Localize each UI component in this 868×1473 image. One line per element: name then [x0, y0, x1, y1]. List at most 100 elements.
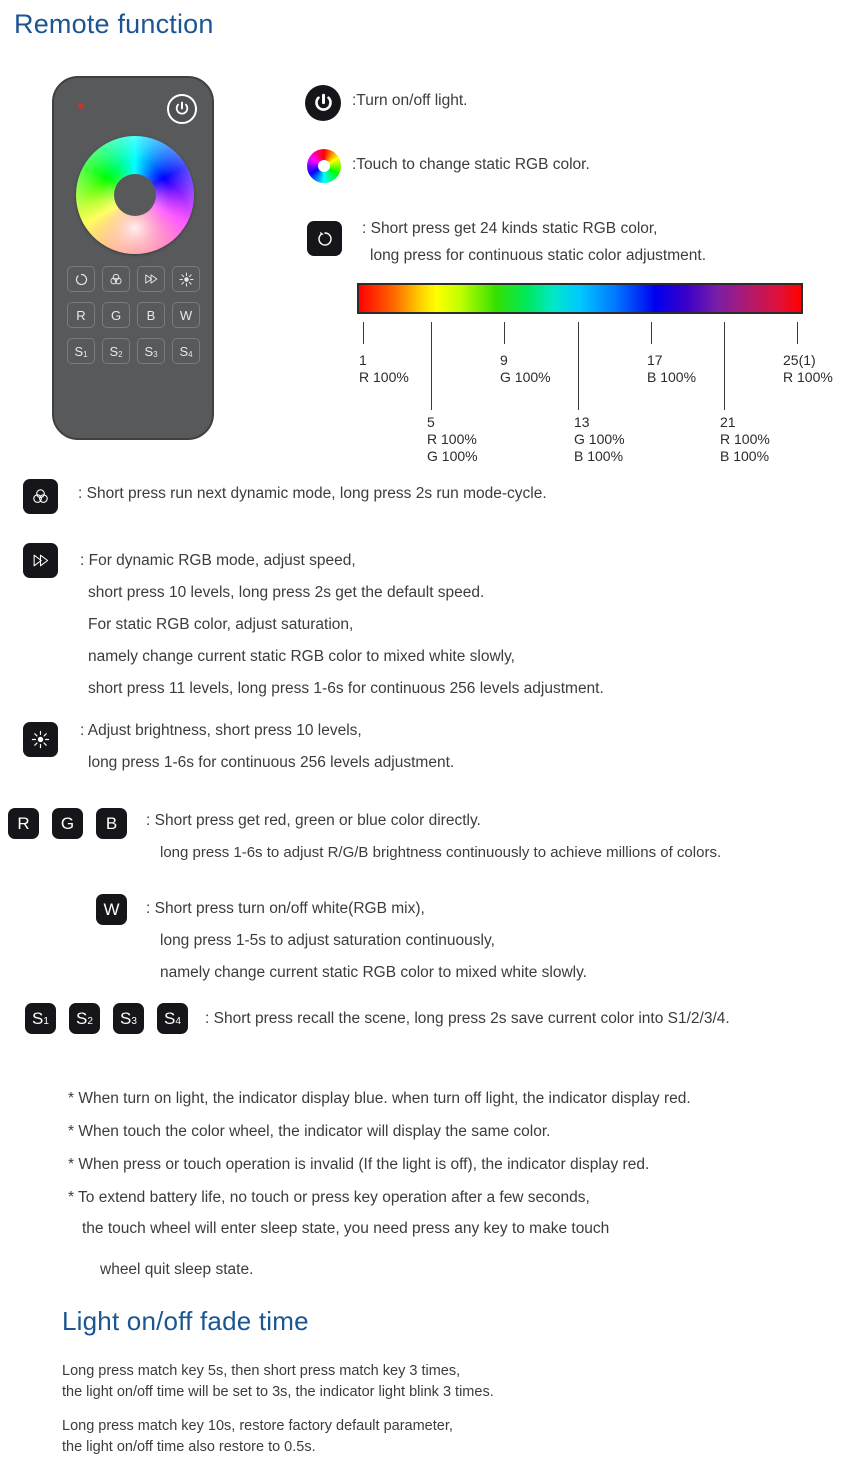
- remote-key-r[interactable]: R: [67, 302, 95, 328]
- mode-icon: [110, 273, 122, 284]
- legend-scene-text: : Short press recall the scene, long pre…: [205, 1010, 730, 1027]
- legend-static-line2: long press for continuous static color a…: [370, 247, 707, 264]
- tick-mark-13: [578, 322, 579, 410]
- power-icon: [314, 93, 332, 111]
- tick-5-value-r: R 100%: [427, 431, 477, 448]
- remote-key-s4-sub: 4: [188, 349, 193, 359]
- tick-label-25: 25(1) R 100%: [783, 352, 833, 386]
- legend-speed-line-4: short press 11 levels, long press 1-6s f…: [88, 680, 604, 697]
- mode-icon: [33, 489, 48, 503]
- remote-key-w[interactable]: W: [172, 302, 200, 328]
- tick-label-17: 17 B 100%: [647, 352, 696, 386]
- tick-21-value-r: R 100%: [720, 431, 770, 448]
- speed-icon: [33, 554, 49, 567]
- tick-label-13: 13 G 100% B 100%: [574, 414, 625, 465]
- legend-static-color-text: : Short press get 24 kinds static RGB co…: [362, 220, 706, 274]
- tick-9-value: G 100%: [500, 369, 551, 386]
- legend-static-line1: : Short press get 24 kinds static RGB co…: [362, 220, 658, 237]
- tick-9-index: 9: [500, 352, 508, 368]
- indicator-led: [78, 103, 84, 109]
- legend-speed-chip: [23, 543, 58, 578]
- tick-5-index: 5: [427, 414, 435, 430]
- legend-speed-line-1: short press 10 levels, long press 2s get…: [88, 584, 485, 601]
- legend-key-s3-letter: S: [120, 1008, 132, 1028]
- legend-key-s2-sub: 2: [87, 1016, 93, 1027]
- legend-key-s2: S2: [69, 1003, 100, 1034]
- remote-keypad: R G B W S1 S2 S3 S4: [67, 266, 203, 374]
- tick-mark-21: [724, 322, 725, 410]
- brightness-icon: [31, 730, 50, 749]
- tick-25-value: R 100%: [783, 369, 833, 386]
- page-title: Remote function: [14, 9, 214, 39]
- fade-p1-line-1: the light on/off time will be set to 3s,…: [62, 1384, 494, 1401]
- keypad-row-scenes: S1 S2 S3 S4: [67, 338, 203, 364]
- legend-rgb-line-0: : Short press get red, green or blue col…: [146, 812, 481, 829]
- tick-mark-5: [431, 322, 432, 410]
- tick-21-index: 21: [720, 414, 736, 430]
- remote-key-s2-letter: S: [109, 343, 119, 359]
- remote-key-s1[interactable]: S1: [67, 338, 95, 364]
- remote-key-s3-sub: 3: [153, 349, 158, 359]
- remote-key-brightness[interactable]: [172, 266, 200, 292]
- tick-mark-1: [363, 322, 364, 344]
- tick-25-index: 25(1): [783, 352, 816, 368]
- legend-key-s4-sub: 4: [175, 1016, 181, 1027]
- tick-21-value-b: B 100%: [720, 448, 770, 465]
- remote-key-b[interactable]: B: [137, 302, 165, 328]
- legend-speed-line-0: : For dynamic RGB mode, adjust speed,: [80, 552, 356, 569]
- tick-mark-25: [797, 322, 798, 344]
- note-item-1: * When touch the color wheel, the indica…: [68, 1123, 551, 1140]
- legend-white-line-0: : Short press turn on/off white(RGB mix)…: [146, 900, 425, 917]
- fade-paragraph-2: Long press match key 10s, restore factor…: [62, 1416, 453, 1458]
- tick-13-value-b: B 100%: [574, 448, 624, 465]
- legend-key-b: B: [96, 808, 127, 839]
- static-color-icon: [317, 231, 332, 246]
- remote-key-s4-letter: S: [179, 343, 189, 359]
- legend-key-s1: S1: [25, 1003, 56, 1034]
- legend-key-s2-letter: S: [76, 1008, 88, 1028]
- brightness-icon: [178, 271, 194, 287]
- static-color-icon: [75, 273, 87, 285]
- remote-key-s2[interactable]: S2: [102, 338, 130, 364]
- fade-p2-line-1: the light on/off time also restore to 0.…: [62, 1439, 316, 1456]
- legend-key-g: G: [52, 808, 83, 839]
- remote-power-button[interactable]: [167, 94, 197, 124]
- legend-mode-text: : Short press run next dynamic mode, lon…: [78, 485, 547, 502]
- legend-key-s1-sub: 1: [43, 1016, 49, 1027]
- fade-time-title: Light on/off fade time: [62, 1306, 309, 1336]
- remote-key-static-color[interactable]: [67, 266, 95, 292]
- power-icon: [175, 101, 189, 115]
- remote-device: R G B W S1 S2 S3 S4: [52, 76, 214, 440]
- tick-17-index: 17: [647, 352, 663, 368]
- note-item-4: the touch wheel will enter sleep state, …: [82, 1220, 610, 1237]
- tick-label-5: 5 R 100% G 100%: [427, 414, 478, 465]
- remote-key-mode[interactable]: [102, 266, 130, 292]
- legend-brightness-line-0: : Adjust brightness, short press 10 leve…: [80, 722, 362, 739]
- keypad-row-rgbw: R G B W: [67, 302, 203, 328]
- remote-key-s2-sub: 2: [118, 349, 123, 359]
- legend-mode-chip: [23, 479, 58, 514]
- color-wheel[interactable]: [76, 136, 194, 254]
- legend-key-s4-letter: S: [164, 1008, 176, 1028]
- legend-speed-line-3: namely change current static RGB color t…: [88, 648, 515, 665]
- tick-1-index: 1: [359, 352, 367, 368]
- remote-key-s4[interactable]: S4: [172, 338, 200, 364]
- fade-p1-line-0: Long press match key 5s, then short pres…: [62, 1363, 461, 1379]
- remote-key-s3-letter: S: [144, 343, 154, 359]
- legend-brightness-chip: [23, 722, 58, 757]
- remote-key-g[interactable]: G: [102, 302, 130, 328]
- legend-key-s3: S3: [113, 1003, 144, 1034]
- speed-icon: [145, 274, 158, 284]
- legend-static-color-chip: [307, 221, 342, 256]
- remote-key-speed[interactable]: [137, 266, 165, 292]
- note-item-0: * When turn on light, the indicator disp…: [68, 1090, 691, 1107]
- legend-white-line-1: long press 1-5s to adjust saturation con…: [160, 932, 495, 949]
- tick-13-value-g: G 100%: [574, 431, 625, 448]
- legend-colorwheel-text: :Touch to change static RGB color.: [352, 156, 590, 173]
- note-item-5: wheel quit sleep state.: [100, 1261, 254, 1278]
- legend-speed-line-2: For static RGB color, adjust saturation,: [88, 616, 354, 633]
- tick-5-value-g: G 100%: [427, 448, 478, 465]
- legend-key-s4: S4: [157, 1003, 188, 1034]
- remote-key-s3[interactable]: S3: [137, 338, 165, 364]
- fade-paragraph-1: Long press match key 5s, then short pres…: [62, 1361, 494, 1403]
